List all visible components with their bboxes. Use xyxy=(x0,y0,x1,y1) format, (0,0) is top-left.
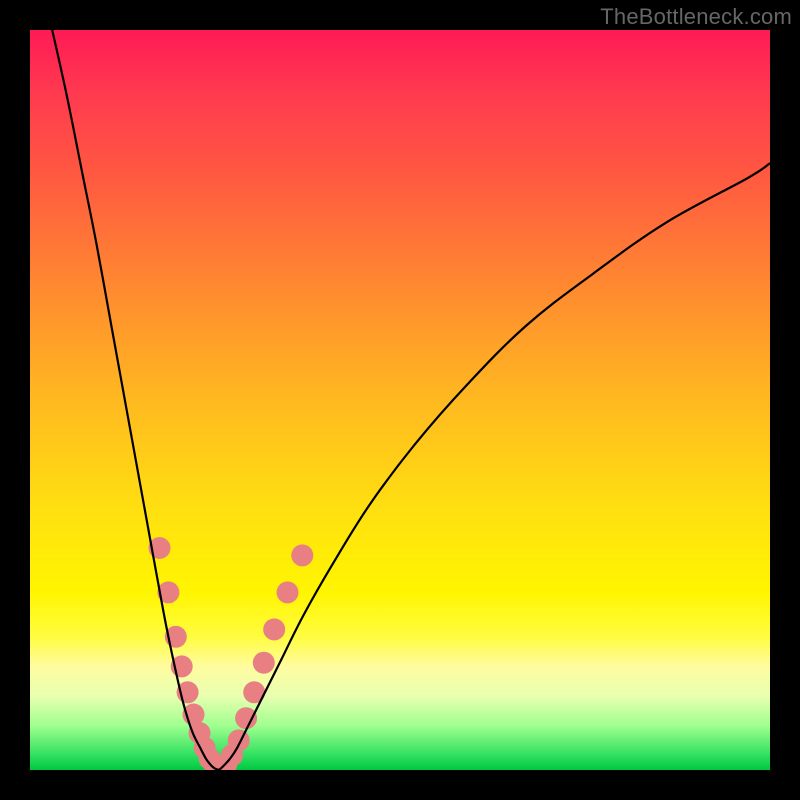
watermark-text: TheBottleneck.com xyxy=(600,4,792,30)
data-marker xyxy=(277,581,299,603)
right-curve xyxy=(219,163,770,770)
data-marker xyxy=(253,652,275,674)
data-marker xyxy=(228,729,250,751)
curves-svg xyxy=(30,30,770,770)
marker-group xyxy=(149,537,314,770)
chart-frame: TheBottleneck.com xyxy=(0,0,800,800)
data-marker xyxy=(263,618,285,640)
data-marker xyxy=(291,544,313,566)
data-marker xyxy=(235,707,257,729)
left-curve xyxy=(52,30,219,770)
plot-area xyxy=(30,30,770,770)
